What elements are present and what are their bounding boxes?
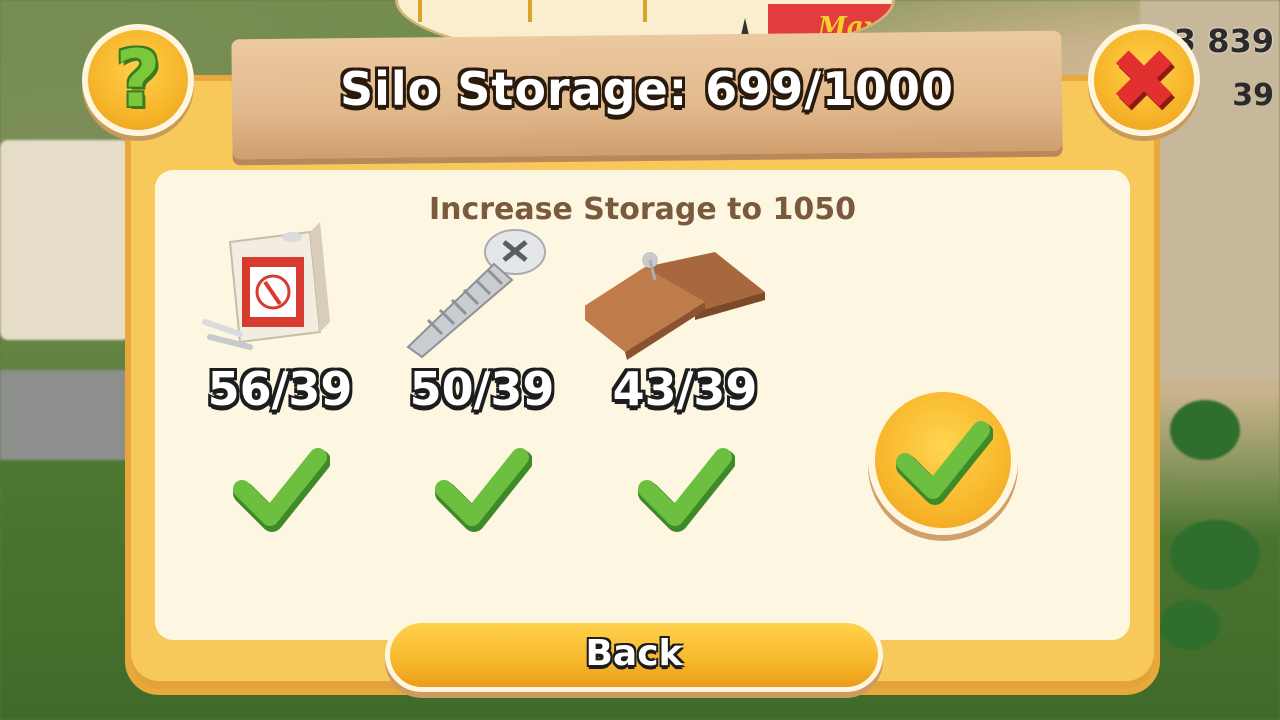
background-bush (1160, 600, 1220, 650)
background-house (0, 140, 130, 340)
check-icon (432, 437, 533, 537)
question-mark-icon: ? (115, 35, 161, 125)
gauge-tick (528, 0, 532, 22)
nails-box-icon (180, 212, 380, 362)
background-bush (1170, 520, 1260, 590)
confirm-upgrade-button[interactable] (868, 385, 1018, 535)
back-button-label: Back (585, 633, 683, 674)
background-stone-wall (0, 370, 140, 460)
close-icon: ✖ (1108, 31, 1180, 129)
item-count: 56/39 (207, 362, 353, 416)
diamonds-counter: 39 (1232, 78, 1274, 113)
check-icon (635, 437, 736, 537)
item-count: 43/39 (612, 362, 758, 416)
screw-icon (382, 212, 582, 362)
back-button[interactable]: Back (385, 618, 883, 692)
gauge-tick (418, 0, 422, 22)
gauge-tick (643, 0, 647, 22)
help-button[interactable]: ? (82, 24, 194, 136)
wood-panel-icon (575, 212, 785, 362)
item-count: 50/39 (409, 362, 555, 416)
close-button[interactable]: ✖ (1088, 24, 1200, 136)
dialog-title: Silo Storage: 699/1000 (339, 62, 955, 116)
check-icon (896, 421, 993, 505)
item-wood-panels[interactable]: 43/39 (575, 212, 785, 542)
item-screws[interactable]: 50/39 (382, 212, 582, 542)
item-nails[interactable]: 56/39 (180, 212, 380, 542)
background-bush (1170, 400, 1240, 460)
check-icon (230, 437, 331, 537)
